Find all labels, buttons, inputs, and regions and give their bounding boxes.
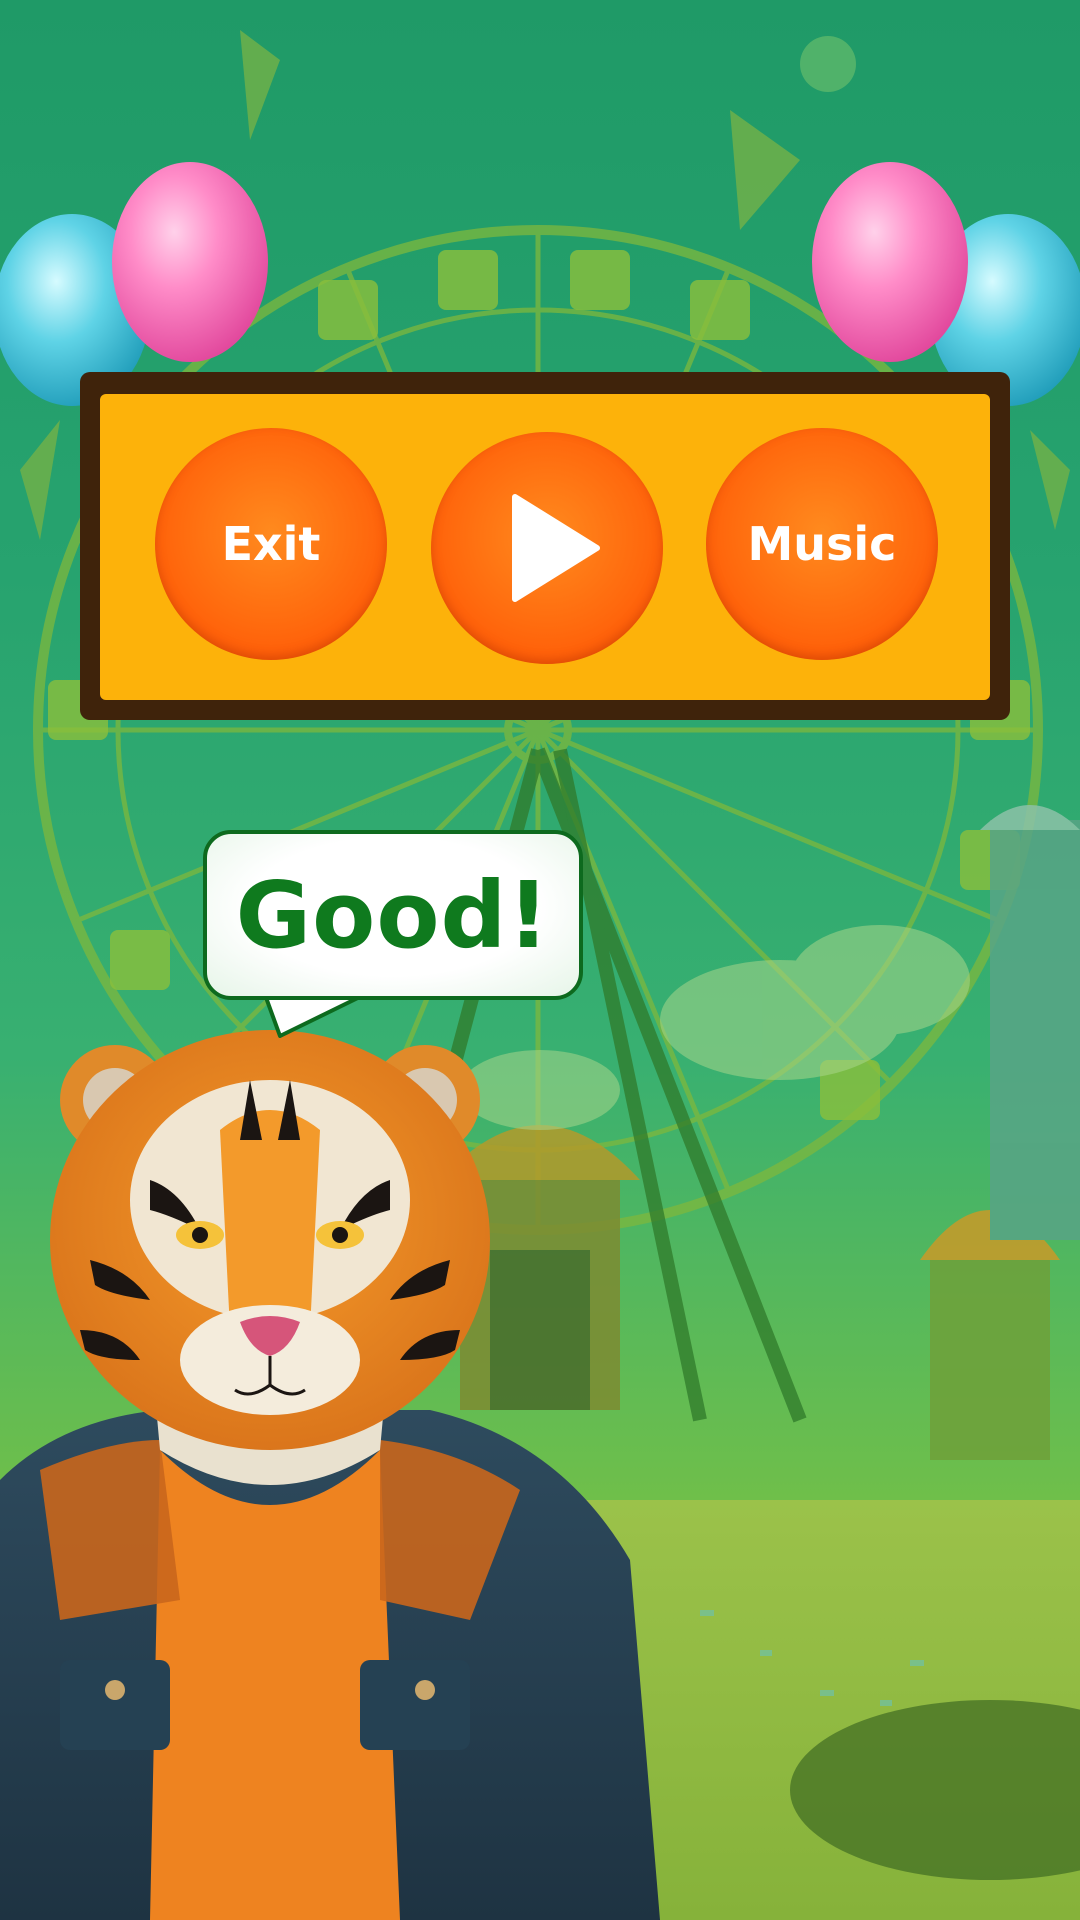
play-icon	[512, 494, 600, 602]
speech-bubble-text: Good!	[235, 861, 551, 969]
menu-panel: Exit Music	[80, 372, 1010, 720]
menu-panel-inner: Exit Music	[100, 394, 990, 700]
exit-button[interactable]: Exit	[155, 428, 387, 660]
moon	[800, 36, 856, 92]
play-button[interactable]	[431, 432, 663, 664]
music-button[interactable]: Music	[706, 428, 938, 660]
speech-bubble: Good!	[203, 830, 583, 1000]
